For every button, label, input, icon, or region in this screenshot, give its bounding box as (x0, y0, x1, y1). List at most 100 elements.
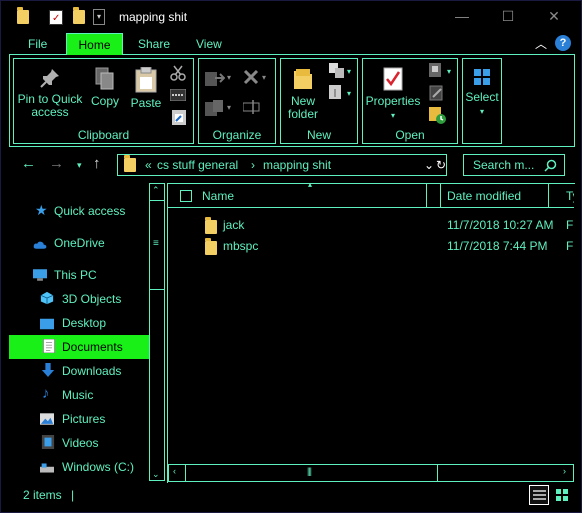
search-box[interactable]: Search m... (463, 154, 565, 176)
drive-icon (40, 463, 54, 473)
open-icon[interactable] (429, 63, 445, 79)
move-to-icon[interactable] (205, 69, 225, 87)
pictures-icon (40, 413, 54, 425)
large-icons-view-button[interactable] (553, 485, 573, 505)
horizontal-scrollbar[interactable]: ‹ ||| › (168, 464, 574, 482)
item-count: 2 items (23, 488, 62, 502)
history-icon[interactable] (429, 107, 447, 125)
select-group: Select ▾ (462, 58, 502, 144)
recent-locations-icon[interactable]: ▾ (77, 160, 82, 171)
nav-item-onedrive[interactable]: OneDrive (9, 231, 149, 255)
move-to-dropdown-icon[interactable]: ▾ (227, 73, 231, 82)
column-divider[interactable] (440, 184, 441, 208)
nav-item-documents[interactable]: Documents (9, 335, 149, 359)
delete-dropdown-icon[interactable]: ▾ (262, 73, 266, 82)
edit-icon[interactable] (429, 85, 445, 101)
easy-access-dropdown-icon[interactable]: ▾ (347, 89, 351, 98)
file-row[interactable]: jack 11/7/2018 10:27 AM Fi (168, 215, 574, 235)
nav-item-pictures[interactable]: Pictures (9, 407, 149, 431)
back-arrow-icon[interactable]: ← (21, 155, 36, 172)
maximize-button[interactable]: ☐ (493, 5, 523, 27)
column-divider[interactable] (548, 184, 549, 208)
ribbon: Pin to Quick access Copy Paste Clipboard… (9, 55, 575, 147)
select-label: Select (465, 90, 499, 104)
rename-icon[interactable] (243, 99, 261, 115)
horizontal-scroll-thumb[interactable]: ||| (185, 465, 438, 481)
close-button[interactable]: ✕ (539, 5, 569, 27)
column-divider[interactable] (426, 184, 427, 208)
nav-item-this-pc[interactable]: This PC (9, 263, 149, 287)
pin-to-quick-access-button[interactable]: Pin to Quick access (17, 67, 83, 119)
new-folder-quick-icon[interactable] (73, 7, 85, 27)
tab-share[interactable]: Share (129, 33, 179, 55)
new-group: New folder ▾ ▾ New (280, 58, 358, 144)
nav-item-windows-c[interactable]: Windows (C:) (9, 455, 149, 479)
customize-quick-access-icon[interactable]: ▾ (93, 9, 105, 25)
paste-icon (135, 67, 157, 93)
delete-icon[interactable] (243, 69, 259, 85)
copy-to-icon[interactable] (205, 99, 225, 117)
paste-button[interactable]: Paste (128, 67, 164, 110)
pin-icon (40, 69, 59, 88)
nav-label-pictures: Pictures (62, 412, 106, 426)
nav-item-desktop[interactable]: Desktop (9, 311, 149, 335)
file-row[interactable]: mbspc 11/7/2018 7:44 PM Fi (168, 236, 574, 256)
nav-scroll-thumb[interactable]: ≡ (150, 200, 164, 290)
properties-dropdown-icon[interactable]: ▾ (391, 111, 395, 120)
new-item-icon[interactable] (329, 63, 347, 79)
address-bar[interactable]: « cs stuff general › mapping shit ⌄ ↻ (117, 154, 447, 176)
copy-path-icon[interactable] (170, 89, 186, 101)
column-type[interactable]: Ty (566, 184, 574, 208)
open-group-label: Open (395, 128, 425, 142)
status-bar: 2 items | (9, 485, 575, 507)
column-date-modified[interactable]: Date modified (447, 184, 521, 208)
copy-icon (95, 67, 114, 90)
breadcrumb-mapping-shit[interactable]: mapping shit (263, 155, 331, 175)
address-history-chevron-icon[interactable]: ⌄ (424, 155, 434, 175)
nav-item-videos[interactable]: Videos (9, 431, 149, 455)
scroll-down-arrow-icon[interactable]: ⌄ (152, 469, 160, 480)
easy-access-icon[interactable] (329, 85, 347, 101)
chevron-up-icon[interactable]: ︿ (535, 35, 547, 52)
folder-icon (205, 238, 217, 261)
scroll-left-arrow-icon[interactable]: ‹ (173, 466, 176, 476)
properties-quick-icon[interactable]: ✓ (49, 10, 63, 25)
file-date: 11/7/2018 7:44 PM (447, 239, 548, 253)
new-folder-button[interactable]: New folder (283, 67, 323, 121)
cube-icon (40, 291, 54, 305)
column-name[interactable]: Name (202, 184, 234, 208)
title-bar[interactable]: ✓ ▾ mapping shit — ☐ ✕ (1, 1, 581, 33)
nav-item-3d-objects[interactable]: 3D Objects (9, 287, 149, 311)
breadcrumb-cs-stuff-general[interactable]: cs stuff general (157, 155, 238, 175)
refresh-icon[interactable]: ↻ (436, 155, 446, 175)
select-button[interactable]: Select ▾ (463, 67, 501, 118)
forward-arrow-icon[interactable]: → (49, 155, 64, 172)
paste-shortcut-icon[interactable] (172, 109, 186, 125)
window-title: mapping shit (119, 10, 188, 24)
tab-view[interactable]: View (187, 33, 231, 55)
copy-button[interactable]: Copy (87, 67, 123, 108)
breadcrumb-overflow[interactable]: « (145, 155, 152, 175)
properties-button[interactable]: Properties ▾ (363, 67, 423, 122)
computer-icon (33, 269, 47, 281)
copy-to-dropdown-icon[interactable]: ▾ (227, 103, 231, 112)
properties-icon (383, 67, 403, 91)
cut-icon[interactable] (170, 65, 186, 81)
scroll-up-arrow-icon[interactable]: ⌃ (152, 185, 160, 196)
nav-item-quick-access[interactable]: ★ Quick access (9, 199, 149, 223)
tab-home[interactable]: Home (66, 33, 123, 55)
up-arrow-icon[interactable]: ↑ (93, 155, 101, 172)
cloud-icon (33, 241, 47, 249)
select-all-checkbox[interactable] (180, 190, 192, 202)
scroll-right-arrow-icon[interactable]: › (563, 466, 566, 476)
nav-item-music[interactable]: ♪ Music (9, 383, 149, 407)
tab-file[interactable]: File (19, 33, 56, 55)
select-dropdown-icon[interactable]: ▾ (480, 107, 484, 116)
nav-item-downloads[interactable]: Downloads (9, 359, 149, 383)
new-item-dropdown-icon[interactable]: ▾ (347, 67, 351, 76)
nav-pane-scrollbar[interactable]: ⌃ ≡ ⌄ (149, 183, 165, 481)
help-icon[interactable]: ? (555, 35, 571, 51)
open-dropdown-icon[interactable]: ▾ (447, 67, 451, 76)
minimize-button[interactable]: — (447, 5, 477, 27)
details-view-button[interactable] (529, 485, 549, 505)
